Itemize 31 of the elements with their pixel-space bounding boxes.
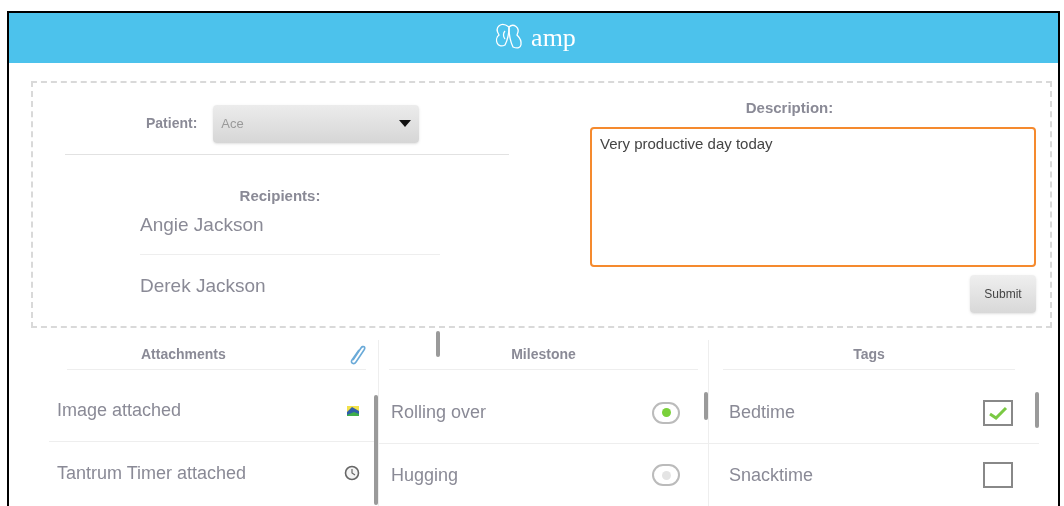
clock-icon — [344, 465, 360, 481]
checkbox[interactable] — [983, 399, 1013, 426]
milestone-item[interactable]: Hugging — [391, 461, 459, 489]
image-icon — [346, 403, 360, 418]
caret-icon — [399, 120, 412, 128]
radio-button[interactable] — [652, 464, 680, 486]
scrollbar[interactable] — [374, 395, 378, 505]
radio-button[interactable] — [652, 401, 680, 424]
description-label: Description: — [745, 97, 834, 118]
milestone-item[interactable]: Rolling over — [391, 399, 487, 426]
tags-title: Tags — [853, 345, 885, 364]
patient-dropdown[interactable]: Ace — [213, 104, 420, 143]
tag-item[interactable]: Bedtime — [729, 399, 796, 426]
description-field[interactable]: Very productive day today — [590, 127, 1036, 268]
recipients-label: Recipients: — [238, 185, 322, 206]
checkmark-icon — [988, 405, 1008, 420]
recipient-item[interactable]: Derek Jackson — [140, 274, 266, 296]
recipient-item[interactable]: Angie Jackson — [140, 214, 264, 236]
patient-label: Patient: — [146, 114, 198, 134]
attachment-item[interactable]: Tantrum Timer attached — [57, 459, 247, 487]
tag-item[interactable]: Snacktime — [729, 461, 814, 489]
scrollbar[interactable] — [704, 392, 708, 420]
checkbox[interactable] — [983, 462, 1013, 488]
scrollbar[interactable] — [436, 330, 440, 357]
logo-text: amp — [531, 24, 576, 51]
milestone-title: Milestone — [511, 345, 576, 364]
paperclip-icon[interactable] — [348, 343, 366, 366]
attachments-title: Attachments — [141, 345, 226, 364]
attachment-item[interactable]: Image attached — [57, 397, 182, 424]
submit-button[interactable]: Submit — [970, 275, 1036, 314]
scrollbar[interactable] — [1035, 392, 1039, 428]
